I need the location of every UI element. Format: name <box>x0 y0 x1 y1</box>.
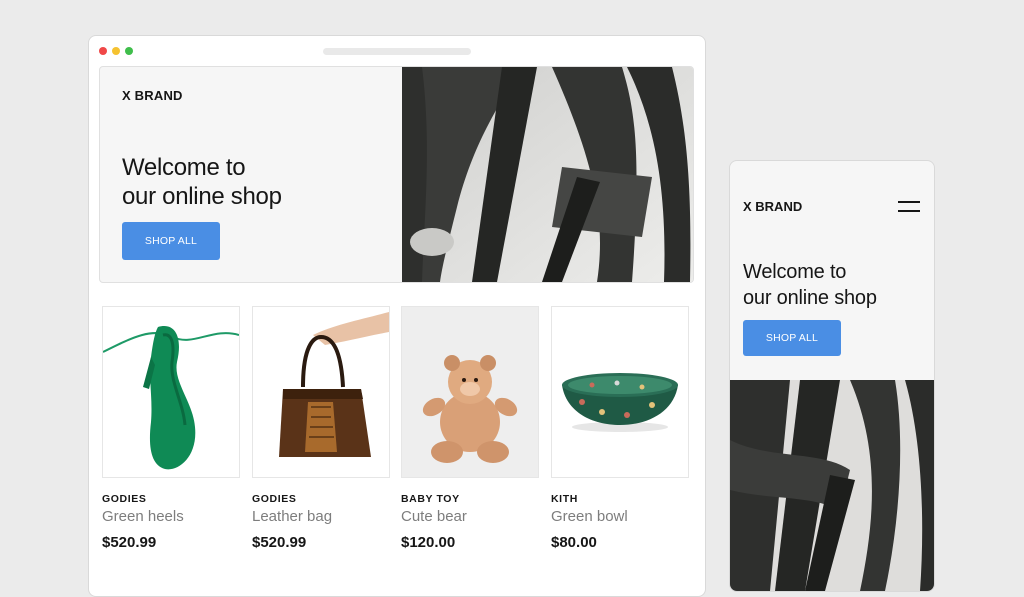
address-bar[interactable] <box>323 48 471 55</box>
maximize-window-icon[interactable] <box>125 47 133 55</box>
mobile-device-frame: X BRAND Welcome to our online shop SHOP … <box>729 160 935 592</box>
product-price: $520.99 <box>252 534 307 551</box>
shop-all-button[interactable]: SHOP ALL <box>122 222 220 260</box>
hamburger-menu-icon[interactable] <box>898 201 920 213</box>
brand-logo[interactable]: X BRAND <box>743 199 802 214</box>
product-price: $120.00 <box>401 534 456 551</box>
product-name[interactable]: Cute bear <box>401 508 539 525</box>
green-heel-shoe-image <box>102 306 240 478</box>
product-brand: KITH <box>551 493 578 505</box>
product-price: $80.00 <box>551 534 597 551</box>
hero-leather-sculpture-image <box>730 380 934 591</box>
hero-headline: Welcome to our online shop <box>122 153 362 211</box>
brand-logo[interactable]: X BRAND <box>122 88 183 103</box>
window-controls <box>99 47 133 55</box>
product-card[interactable]: KITH Green bowl $80.00 <box>551 306 689 551</box>
hero-leather-sculpture-image <box>402 67 693 282</box>
hero-banner: X BRAND Welcome to our online shop SHOP … <box>99 66 694 283</box>
product-name[interactable]: Leather bag <box>252 508 390 525</box>
product-card[interactable]: BABY TOY Cute bear $120.00 <box>401 306 539 551</box>
product-brand: GODIES <box>102 493 147 505</box>
shop-all-button[interactable]: SHOP ALL <box>743 320 841 356</box>
product-price: $520.99 <box>102 534 157 551</box>
product-card[interactable]: GODIES Green heels $520.99 <box>102 306 240 551</box>
hero-headline-line1: Welcome to <box>743 261 847 283</box>
teddy-bear-image <box>401 306 539 478</box>
product-brand: BABY TOY <box>401 493 460 505</box>
product-name[interactable]: Green heels <box>102 508 240 525</box>
hero-headline-line2: our online shop <box>743 287 877 309</box>
minimize-window-icon[interactable] <box>112 47 120 55</box>
close-window-icon[interactable] <box>99 47 107 55</box>
product-brand: GODIES <box>252 493 297 505</box>
product-grid: GODIES Green heels $520.99 GODIES Leathe… <box>102 306 692 566</box>
desktop-browser-window: X BRAND Welcome to our online shop SHOP … <box>88 35 706 597</box>
leather-handbag-image <box>252 306 390 478</box>
hero-headline-line2: our online shop <box>122 183 282 210</box>
hero-headline: Welcome to our online shop <box>743 259 923 311</box>
product-name[interactable]: Green bowl <box>551 508 689 525</box>
product-card[interactable]: GODIES Leather bag $520.99 <box>252 306 390 551</box>
ceramic-bowl-image <box>551 306 689 478</box>
hero-headline-line1: Welcome to <box>122 154 246 181</box>
